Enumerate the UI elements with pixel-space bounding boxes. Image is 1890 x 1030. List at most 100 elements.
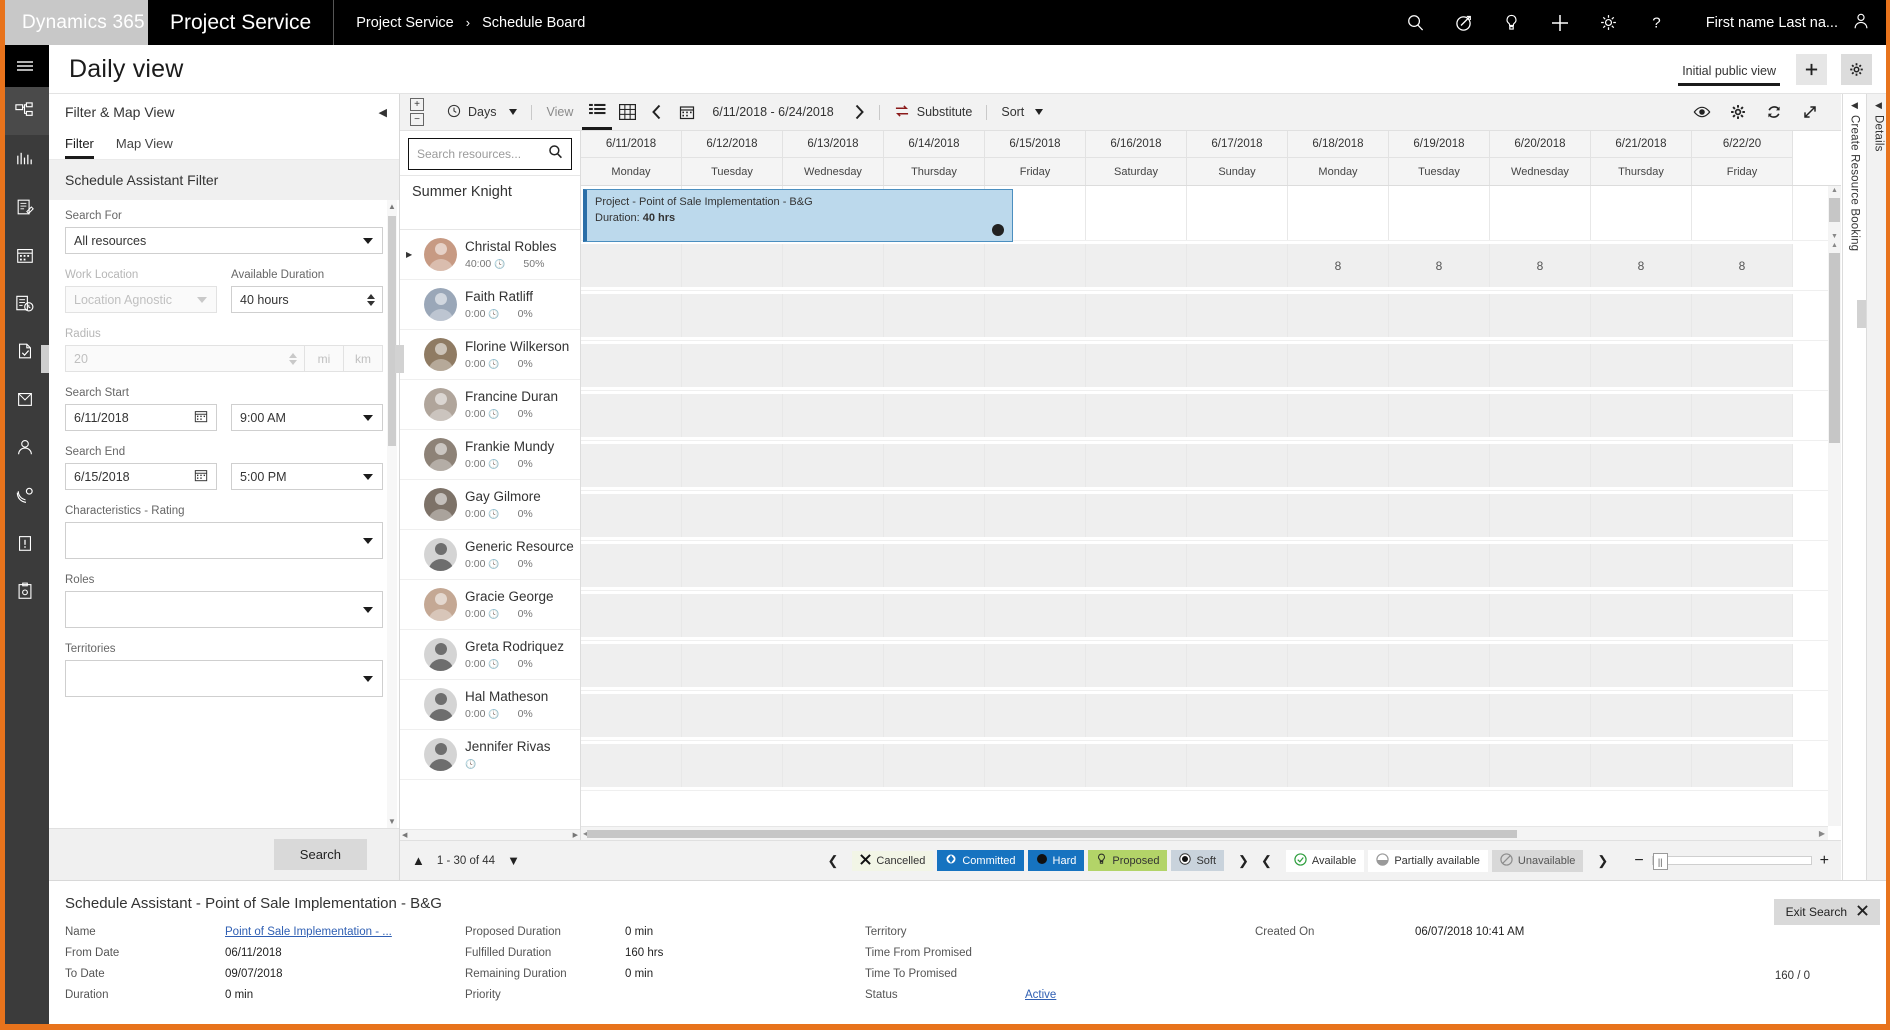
timeline-cell[interactable]	[1288, 744, 1389, 787]
timeline-cell[interactable]	[1692, 644, 1793, 687]
timeline-cell[interactable]	[985, 544, 1086, 587]
timeline-cell[interactable]	[1086, 394, 1187, 437]
timeline-cell[interactable]	[1591, 744, 1692, 787]
grid-view-icon[interactable]	[612, 94, 642, 130]
resource-row[interactable]: Gay Gilmore 0:00 🕓 0%	[400, 480, 580, 530]
timeline-cell[interactable]	[1187, 186, 1288, 240]
timeline-cell[interactable]	[1187, 394, 1288, 437]
timeline-cell[interactable]	[1591, 394, 1692, 437]
timeline-cell[interactable]	[682, 544, 783, 587]
timeline-cell[interactable]	[1389, 294, 1490, 337]
zoom-in-button[interactable]: +	[1820, 852, 1829, 870]
characteristics-rating-select[interactable]	[65, 522, 383, 559]
stepper-arrows-icon[interactable]	[367, 293, 375, 306]
timeline-cell[interactable]	[1086, 744, 1187, 787]
timeline-cell[interactable]	[1086, 644, 1187, 687]
timeline-cell[interactable]	[682, 594, 783, 637]
timeline-cell[interactable]	[884, 394, 985, 437]
legend-availability-av[interactable]: Available	[1285, 849, 1365, 872]
timeline-cell[interactable]	[1490, 186, 1591, 240]
tab-initial-public-view[interactable]: Initial public view	[1678, 64, 1780, 86]
timeline-cell[interactable]	[1692, 744, 1793, 787]
breadcrumb-item-1[interactable]: Schedule Board	[482, 15, 585, 31]
territories-select[interactable]	[65, 660, 383, 697]
timeline-cell[interactable]	[985, 444, 1086, 487]
timeline-cell[interactable]	[1692, 494, 1793, 537]
timeline-cell[interactable]	[783, 694, 884, 737]
search-input[interactable]	[417, 147, 548, 161]
resource-row[interactable]: Faith Ratliff 0:00 🕓 0%	[400, 280, 580, 330]
stepper-arrows-icon[interactable]	[289, 352, 297, 365]
resource-row[interactable]: Francine Duran 0:00 🕓 0%	[400, 380, 580, 430]
timeline-cell[interactable]	[1288, 494, 1389, 537]
timeline-cell[interactable]	[783, 744, 884, 787]
scroll-up-arrow-icon[interactable]: ▲	[1828, 187, 1841, 194]
timeline-cell[interactable]	[985, 494, 1086, 537]
breadcrumb-item-0[interactable]: Project Service	[356, 15, 454, 31]
timeline-cell[interactable]	[1389, 344, 1490, 387]
timeline-cell[interactable]	[1692, 594, 1793, 637]
list-view-icon[interactable]	[582, 94, 613, 130]
legend-booking-soft[interactable]: Soft	[1171, 850, 1225, 871]
lightbulb-icon[interactable]	[1488, 0, 1536, 45]
search-icon[interactable]	[1392, 0, 1440, 45]
tab-filter[interactable]: Filter	[65, 136, 94, 159]
timeline-cell[interactable]	[1086, 494, 1187, 537]
timeline-cell[interactable]	[1490, 344, 1591, 387]
gear-icon[interactable]	[1723, 104, 1753, 120]
timeline-cell[interactable]	[581, 394, 682, 437]
timeline-cell[interactable]	[682, 244, 783, 287]
timeline-cell[interactable]	[985, 594, 1086, 637]
timeline-cell[interactable]	[985, 344, 1086, 387]
radius-unit-mi[interactable]: mi	[305, 345, 344, 372]
search-start-time-select[interactable]: 9:00 AM	[231, 404, 383, 431]
search-icon[interactable]	[548, 144, 563, 164]
timeline-cell[interactable]	[1591, 494, 1692, 537]
resource-row[interactable]: Greta Rodriquez 0:00 🕓 0%	[400, 630, 580, 680]
dynamics-365-brand[interactable]: Dynamics 365	[0, 0, 148, 45]
timeline-cell[interactable]	[1591, 694, 1692, 737]
roles-select[interactable]	[65, 591, 383, 628]
timeline-cell[interactable]	[884, 694, 985, 737]
clipboard-settings-icon[interactable]	[0, 567, 49, 615]
timeline-cell[interactable]	[581, 494, 682, 537]
search-end-date-input[interactable]: 6/15/2018	[65, 463, 217, 490]
zoom-slider-thumb[interactable]: ||	[1652, 853, 1668, 870]
timeline-cell[interactable]	[783, 394, 884, 437]
timeline-cell[interactable]	[1389, 544, 1490, 587]
timeline-cell[interactable]	[1490, 294, 1591, 337]
timeline-cell[interactable]	[1086, 544, 1187, 587]
resource-list-hscrollbar[interactable]: ◀ ▶	[400, 829, 580, 840]
scrollbar-thumb[interactable]	[1829, 198, 1840, 222]
zoom-slider[interactable]: ||	[1651, 853, 1812, 870]
timeline-cell[interactable]	[1389, 594, 1490, 637]
timeline-cell[interactable]	[1591, 644, 1692, 687]
timeline-cell[interactable]	[682, 644, 783, 687]
expand-all-icon[interactable]: +	[410, 98, 424, 111]
timeline-cell[interactable]	[682, 394, 783, 437]
legend-prev-button[interactable]: ❮	[828, 853, 839, 869]
radius-unit-km[interactable]: km	[344, 345, 383, 372]
timeline-cell[interactable]	[884, 594, 985, 637]
search-button[interactable]: Search	[273, 839, 367, 870]
booking-handle-icon[interactable]	[992, 224, 1004, 236]
timeline-cell[interactable]	[783, 494, 884, 537]
timeline-cell[interactable]	[581, 644, 682, 687]
calendar-icon[interactable]	[194, 468, 208, 485]
timeline-cell[interactable]	[1288, 644, 1389, 687]
timeline-cell[interactable]	[581, 744, 682, 787]
timeline-cell[interactable]	[682, 494, 783, 537]
timeline-cell[interactable]	[1389, 394, 1490, 437]
schedule-board-icon[interactable]	[0, 279, 49, 327]
timeline-cell[interactable]	[1187, 444, 1288, 487]
timeline-cell[interactable]	[985, 244, 1086, 287]
scroll-left-arrow-icon[interactable]: ◀	[402, 831, 407, 839]
timeline-cell[interactable]	[1389, 644, 1490, 687]
timeline-cell[interactable]	[1187, 594, 1288, 637]
timeline-cell[interactable]	[1591, 344, 1692, 387]
plus-icon[interactable]	[1536, 0, 1584, 45]
timeline-cell[interactable]	[884, 344, 985, 387]
timeline-cell[interactable]	[1490, 644, 1591, 687]
timeline-cell[interactable]	[1389, 494, 1490, 537]
timeline-cell[interactable]	[581, 344, 682, 387]
